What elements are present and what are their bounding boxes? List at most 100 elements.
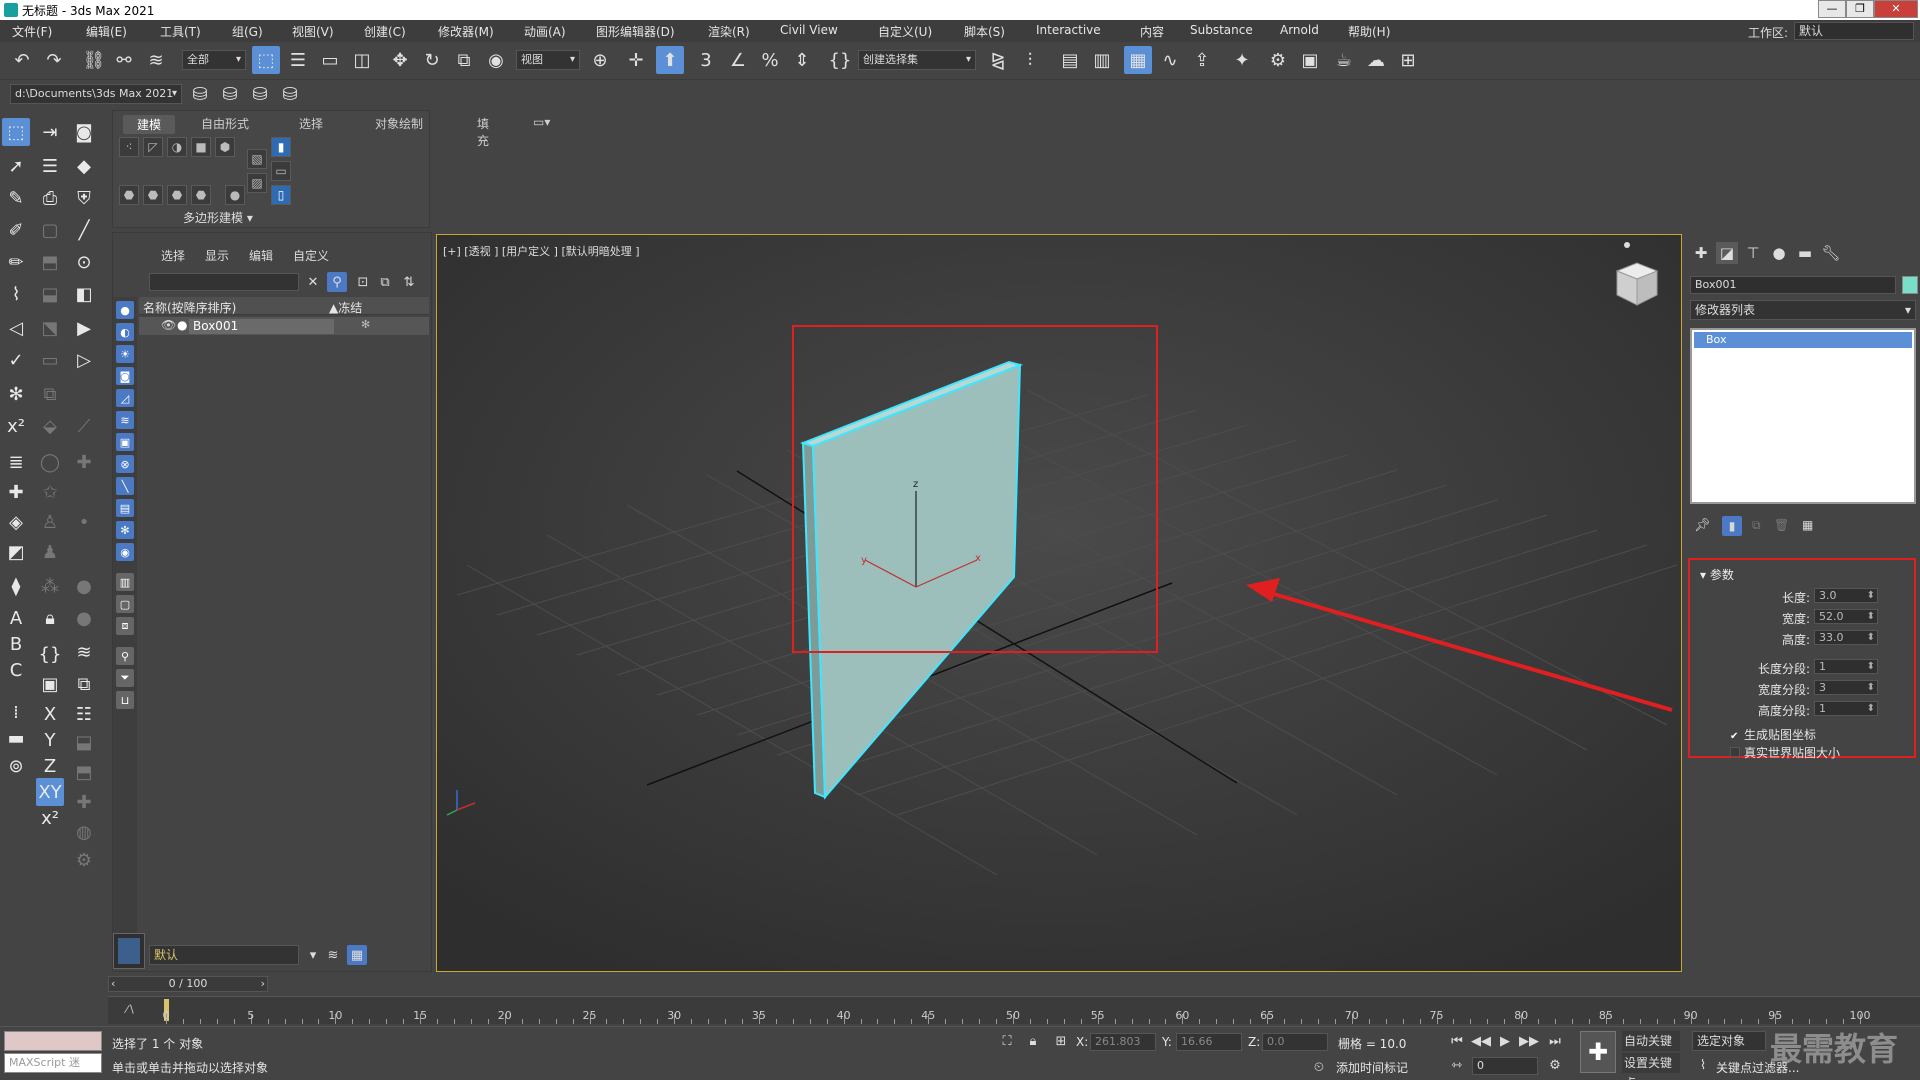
filter-all-icon[interactable]: ▥ — [116, 573, 134, 591]
utilities-tab-icon[interactable]: 🔧︎ — [1820, 242, 1842, 264]
menu-tools[interactable]: 工具(T) — [160, 23, 201, 40]
sort-icon[interactable]: ⇅ — [399, 272, 419, 292]
sphere-gray-icon[interactable]: ● — [70, 572, 98, 600]
sphere-icon[interactable]: ● — [70, 604, 98, 632]
menu-view[interactable]: 视图(V) — [292, 23, 334, 40]
render-shape-icon[interactable]: ▶ — [70, 314, 98, 342]
menu-content[interactable]: 内容 — [1140, 23, 1164, 40]
filter-spacewarps-icon[interactable]: ≋ — [116, 411, 134, 429]
menu-animation[interactable]: 动画(A) — [524, 23, 566, 40]
snowflake-icon[interactable]: ✻ — [2, 380, 30, 408]
rotate-icon[interactable]: ↻ — [418, 46, 446, 74]
filter-frozen-icon[interactable]: ✻ — [116, 521, 134, 539]
menu-rendering[interactable]: 渲染(R) — [708, 23, 750, 40]
width-segs-spinner[interactable]: 3 — [1814, 680, 1878, 695]
window-tool-icon[interactable]: ▭ — [36, 346, 64, 374]
pen-icon[interactable]: ✐ — [2, 216, 30, 244]
y-coordinate-field[interactable]: 16.66 — [1176, 1033, 1242, 1051]
maximize-button[interactable]: ❐ — [1846, 0, 1874, 18]
ribbon-options-icon[interactable]: ▭▾ — [533, 115, 550, 129]
explorer-menu-customize[interactable]: 自定义 — [293, 247, 329, 264]
width-spinner[interactable]: 52.0 — [1814, 609, 1878, 624]
disabled-tool-icon[interactable]: ▢ — [36, 216, 64, 244]
unlink-icon[interactable]: ⚯ — [110, 46, 138, 74]
isolate-icon[interactable]: ⛶ — [996, 1031, 1018, 1051]
minimize-button[interactable]: — — [1818, 0, 1846, 18]
close-button[interactable]: ✕ — [1874, 0, 1918, 18]
cursor-box-icon[interactable]: ◩ — [2, 538, 30, 566]
shirt-icon[interactable]: ⛨ — [70, 184, 98, 212]
x-coordinate-field[interactable]: 261.803 — [1090, 1033, 1156, 1051]
show-end-result-icon[interactable]: ▮ — [1722, 516, 1742, 536]
previous-frame-icon[interactable]: ◀◀ — [1470, 1031, 1492, 1051]
new-folder-icon[interactable]: ⛁ — [246, 80, 274, 108]
tab-selection[interactable]: 选择 — [299, 115, 323, 132]
go-to-start-icon[interactable]: ⏮ — [1446, 1031, 1468, 1051]
tab-modeling[interactable]: 建模 — [123, 115, 176, 134]
rect-selection-icon[interactable]: ▭ — [316, 46, 344, 74]
menu-modifiers[interactable]: 修改器(M) — [438, 23, 494, 40]
text-c-icon[interactable]: C — [2, 656, 30, 684]
filter-hidden-icon[interactable]: ◉ — [116, 543, 134, 561]
explorer-menu-display[interactable]: 显示 — [205, 247, 229, 264]
column-name[interactable]: 名称(按降序排序) — [143, 299, 236, 316]
auto-key-button[interactable]: 自动关键点 — [1622, 1031, 1680, 1068]
vertex-icon[interactable]: ⌇ — [2, 280, 30, 308]
hierarchy-tab-icon[interactable]: ⊤ — [1742, 242, 1764, 264]
key-filter-icon[interactable]: ⌇ — [1692, 1055, 1714, 1075]
save-tool-icon[interactable]: ⬙ — [36, 412, 64, 440]
render-production-icon[interactable]: ☕ — [1330, 46, 1358, 74]
add-gray-icon[interactable]: ✚ — [70, 788, 98, 816]
move-icon[interactable]: ✥ — [386, 46, 414, 74]
play-icon[interactable]: ▶ — [1494, 1031, 1516, 1051]
spinner-snap-icon[interactable]: ⇕ — [788, 46, 816, 74]
menu-customize[interactable]: 自定义(U) — [878, 23, 932, 40]
bucket-icon[interactable]: ⊔ — [116, 691, 134, 709]
save-icon[interactable]: ▣ — [36, 670, 64, 698]
layer-stack-icon[interactable]: ⧫ — [2, 572, 30, 600]
project-path-dropdown[interactable]: d:\Documents\3ds Max 2021 — [10, 84, 182, 104]
selection-filter-dropdown[interactable]: 全部 — [182, 50, 246, 70]
menu-help[interactable]: 帮助(H) — [1348, 23, 1390, 40]
maxscript-input[interactable]: MAXScript 迷 — [4, 1053, 102, 1073]
vertex-mode-icon[interactable]: ⁖ — [119, 137, 139, 157]
filter-xrefs-icon[interactable]: ⊗ — [116, 455, 134, 473]
display-tab-icon[interactable]: ▬ — [1794, 242, 1816, 264]
object-name-field[interactable]: Box001 — [1690, 276, 1896, 294]
render-cloud-icon[interactable]: ☁ — [1362, 46, 1390, 74]
filter-geometry-icon[interactable]: ● — [116, 301, 134, 319]
time-slider[interactable]: ‹ 0 / 100 › — [108, 974, 268, 992]
viewport-label[interactable]: [+] [透视 ] [用户定义 ] [默认明暗处理 ] — [443, 243, 640, 259]
time-tag-icon[interactable]: ⏲ — [1308, 1057, 1330, 1077]
menu-arnold[interactable]: Arnold — [1280, 23, 1319, 37]
scene-explorer-icon[interactable]: ▦ — [1124, 46, 1152, 74]
walk-tool-icon[interactable]: ♟ — [36, 538, 64, 566]
create-tab-icon[interactable]: ✚ — [1690, 242, 1712, 264]
column-frozen[interactable]: ▲冻结 — [329, 299, 362, 316]
menu-list-icon[interactable]: ☰ — [36, 152, 64, 180]
reference-coordinate-dropdown[interactable]: 视图 — [516, 50, 580, 70]
pivot-center-icon[interactable]: ⊕ — [586, 46, 614, 74]
stack-item-box[interactable]: Box — [1694, 332, 1912, 348]
height-spinner[interactable]: 33.0 — [1814, 630, 1878, 645]
layer-dropdown-arrow-icon[interactable]: ▾ — [303, 945, 323, 965]
named-selection-dropdown[interactable]: 创建选择集 — [858, 50, 976, 70]
dot-icon[interactable]: • — [70, 508, 98, 536]
layer-explorer-icon[interactable]: ▤ — [1056, 46, 1084, 74]
check-shape-icon[interactable]: ✓ — [2, 346, 30, 374]
polygon-mode-icon[interactable]: ■ — [191, 137, 211, 157]
menu-interactive[interactable]: Interactive — [1036, 23, 1101, 37]
window-crossing-icon[interactable]: ◫ — [348, 46, 376, 74]
element-mode-icon[interactable]: ⬢ — [215, 137, 235, 157]
polygon-modeling-dropdown[interactable]: 多边形建模 ▾ — [183, 209, 253, 226]
edit-named-selection-icon[interactable]: {} — [826, 46, 854, 74]
star-tool-icon[interactable]: ✩ — [36, 478, 64, 506]
modifier-list-dropdown[interactable]: 修改器列表 — [1690, 300, 1916, 320]
shape-icon[interactable]: ◆ — [70, 152, 98, 180]
menu-file[interactable]: 文件(F) — [12, 23, 52, 40]
tab-object-paint[interactable]: 对象绘制 — [375, 115, 423, 132]
menu-graph-editors[interactable]: 图形编辑器(D) — [596, 23, 675, 40]
stepper-icon[interactable]: ▷ — [70, 346, 98, 374]
track-bar-toggle-icon[interactable]: ⁄∖ — [126, 1003, 135, 1016]
object-color-swatch[interactable] — [1902, 276, 1918, 294]
